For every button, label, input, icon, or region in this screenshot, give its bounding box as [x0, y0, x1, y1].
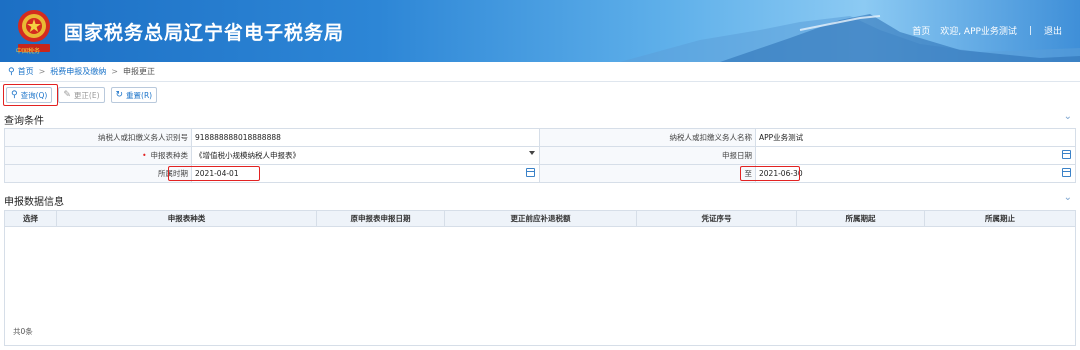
emblem-caption: 中国税务 — [16, 48, 41, 55]
report-date-input[interactable] — [756, 147, 1076, 164]
form-row: • 申报表种类 《增值税小规模纳税人申报表》 申报日期 — [4, 147, 1076, 165]
breadcrumb-separator: > — [111, 67, 118, 76]
location-pin-icon: ⚲ — [8, 66, 15, 77]
taxpayer-name-field[interactable]: APP业务测试 — [756, 129, 1076, 146]
report-type-select[interactable]: 《增值税小规模纳税人申报表》 — [192, 147, 540, 164]
site-title: 国家税务总局辽宁省电子税务局 — [64, 22, 345, 44]
breadcrumb-separator: > — [38, 67, 46, 76]
query-button-label: 查询(Q) — [20, 90, 48, 100]
welcome-user-link[interactable]: 欢迎, APP业务测试 — [940, 24, 1017, 37]
table-header: 选择 申报表种类 原申报表申报日期 更正前应补退税额 凭证序号 所属期起 所属期… — [5, 211, 1075, 227]
data-section-title: 申报数据信息 — [4, 197, 64, 208]
calendar-icon[interactable] — [526, 168, 535, 177]
report-type-value: 《增值税小规模纳税人申报表》 — [195, 151, 300, 160]
chevron-down-icon[interactable] — [529, 151, 535, 155]
report-type-label-cell: • 申报表种类 — [4, 147, 192, 164]
nav-separator: | — [1028, 25, 1032, 36]
column-header: 所属期止 — [985, 214, 1015, 223]
total-count: 共0条 — [13, 327, 33, 336]
reset-button-label: 重置(R) — [126, 90, 153, 100]
query-form: 纳税人或扣缴义务人识别号 918888888018888888 纳税人或扣缴义务… — [4, 128, 1076, 183]
collapse-query-icon[interactable]: ⌄ — [1064, 111, 1072, 122]
collapse-data-icon[interactable]: ⌄ — [1064, 192, 1072, 203]
header-banner: 中国税务 国家税务总局辽宁省电子税务局 首页 欢迎, APP业务测试 | 退出 — [0, 0, 1080, 62]
home-link[interactable]: 首页 — [912, 24, 930, 37]
report-date-label: 申报日期 — [540, 147, 756, 164]
column-header: 原申报表申报日期 — [317, 211, 445, 226]
period-end-input[interactable]: 2021-06-30 — [756, 165, 1076, 182]
taxpayer-name-label: 纳税人或扣缴义务人名称 — [540, 129, 756, 146]
breadcrumb-home[interactable]: 首页 — [18, 66, 34, 77]
column-header: 所属期起 — [797, 211, 925, 226]
form-row: 纳税人或扣缴义务人识别号 918888888018888888 纳税人或扣缴义务… — [4, 129, 1076, 147]
taxpayer-id-field[interactable]: 918888888018888888 — [192, 129, 540, 146]
report-type-label: 申报表种类 — [150, 151, 189, 160]
form-row: 所属时期 2021-04-01 至 2021-06-30 — [4, 165, 1076, 183]
query-button[interactable]: ⚲ 查询(Q) — [6, 87, 53, 103]
calendar-icon[interactable] — [1062, 150, 1071, 159]
search-icon: ⚲ — [11, 90, 18, 100]
logout-link[interactable]: 退出 — [1044, 24, 1062, 37]
toolbar: ⚲ 查询(Q) ✎ 更正(E) ↻ 重置(R) — [6, 87, 158, 105]
column-header: 选择 — [5, 211, 57, 226]
required-marker: • — [142, 151, 147, 160]
correct-button[interactable]: ✎ 更正(E) — [58, 87, 105, 103]
to-label: 至 — [540, 165, 756, 182]
correct-button-label: 更正(E) — [73, 90, 100, 100]
breadcrumb: ⚲ 首页 > 税费申报及缴纳 > 申报更正 — [0, 62, 1080, 82]
refresh-icon: ↻ — [115, 90, 124, 100]
reset-button[interactable]: ↻ 重置(R) — [110, 87, 158, 103]
column-header: 凭证序号 — [637, 211, 797, 226]
taxpayer-id-label: 纳税人或扣缴义务人识别号 — [4, 129, 192, 146]
top-nav-links: 首页 欢迎, APP业务测试 | 退出 — [912, 24, 1062, 38]
calendar-icon[interactable] — [1062, 168, 1071, 177]
column-header: 更正前应补退税额 — [445, 211, 637, 226]
data-table: 选择 申报表种类 原申报表申报日期 更正前应补退税额 凭证序号 所属期起 所属期… — [4, 210, 1076, 346]
period-start-value: 2021-04-01 — [195, 169, 239, 178]
period-label: 所属时期 — [4, 165, 192, 182]
breadcrumb-tax-filing[interactable]: 税费申报及缴纳 — [50, 66, 106, 77]
column-header: 申报表种类 — [57, 211, 317, 226]
query-section-title: 查询条件 — [4, 116, 44, 127]
edit-icon: ✎ — [63, 90, 71, 100]
breadcrumb-current: 申报更正 — [123, 67, 155, 76]
period-end-value: 2021-06-30 — [759, 169, 803, 178]
period-start-input[interactable]: 2021-04-01 — [192, 165, 540, 182]
